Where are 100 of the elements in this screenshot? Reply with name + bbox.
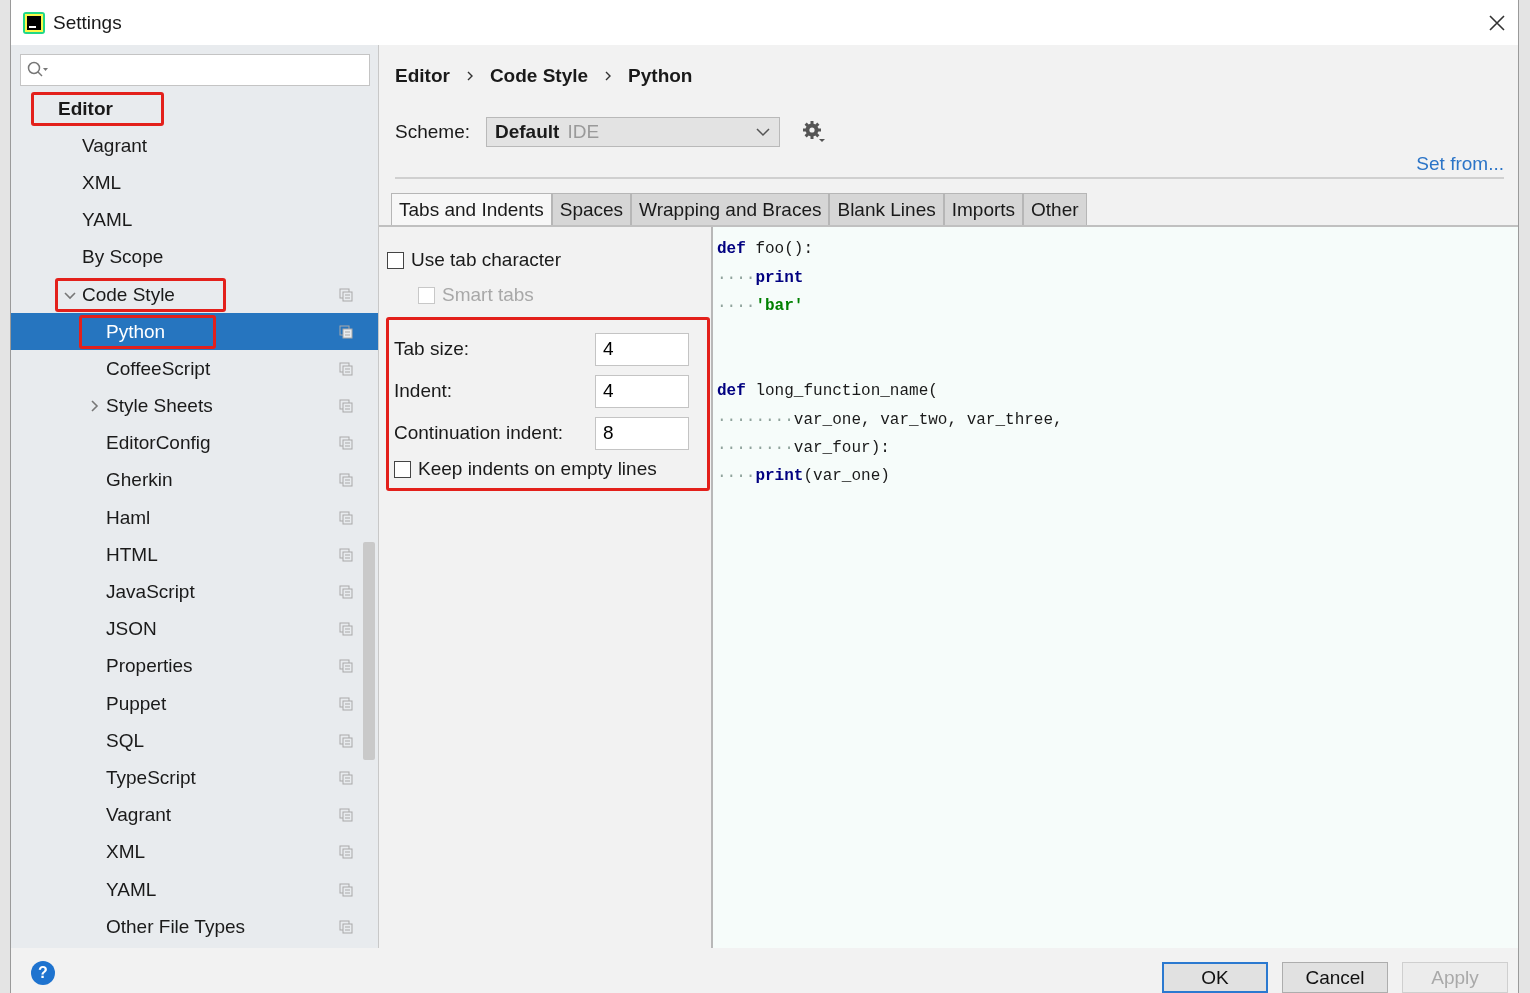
tree-item-label: Style Sheets [106, 395, 213, 418]
field-label: Indent: [394, 380, 454, 402]
tree-row[interactable]: Puppet [11, 685, 378, 723]
tree-item-label: Vagrant [82, 134, 148, 157]
code-token: print [755, 467, 804, 486]
code-token: var_one, var_two, var_three, [793, 410, 1063, 429]
dialog-button[interactable]: Cancel [1282, 962, 1388, 993]
copy-icon [339, 361, 353, 376]
tree-item-label: YAML [106, 878, 157, 901]
tree-row[interactable]: By Scope [11, 238, 378, 276]
checkbox[interactable] [394, 460, 411, 478]
tree-row[interactable]: YAML [11, 870, 378, 909]
close-icon[interactable] [1488, 13, 1506, 32]
copy-icon [339, 436, 353, 451]
copy-icon [339, 770, 353, 785]
copy-icon [339, 399, 353, 414]
copy-icon [339, 324, 353, 339]
scrollbar-thumb[interactable] [363, 542, 375, 760]
copy-icon [339, 919, 353, 934]
code-token: foo(): [754, 240, 814, 259]
tree-item-label: By Scope [82, 246, 164, 269]
tree-row[interactable]: Code Style [11, 275, 378, 314]
chevron-icon [604, 70, 613, 82]
tree-item-label: Gherkin [106, 469, 173, 492]
set-from-link[interactable]: Set from... [1416, 153, 1504, 175]
tree-item-label: Python [106, 320, 166, 343]
field-label: Tab size: [394, 338, 470, 360]
checkbox-label: Use tab character [411, 249, 561, 271]
code-token: (var_one) [803, 467, 890, 486]
whitespace-marker: ···· [717, 296, 756, 315]
checkbox-label: Keep indents on empty lines [418, 458, 657, 480]
tree-row[interactable]: Python [11, 313, 378, 351]
tab[interactable]: Wrapping and Braces [631, 193, 830, 225]
tree-row[interactable]: JavaScript [11, 573, 378, 611]
copy-icon [339, 696, 353, 711]
tab[interactable]: Blank Lines [829, 193, 944, 225]
breadcrumb-item[interactable]: Python [628, 65, 693, 87]
tree-row[interactable]: XML [11, 833, 378, 871]
copy-icon [339, 845, 353, 860]
copy-icon [339, 547, 353, 562]
tree-item-label: JSON [106, 618, 157, 641]
tree-item-label: Code Style [82, 283, 175, 306]
tree-item-label: CoffeeScript [106, 357, 211, 380]
tree-item-label: XML [82, 171, 122, 194]
tree-item-label: Other File Types [106, 915, 246, 938]
caret-icon [755, 127, 771, 137]
tree-row[interactable]: CoffeeScript [11, 350, 378, 388]
number-field[interactable]: 4 [595, 374, 689, 408]
search-icon [27, 61, 49, 79]
tree-row[interactable]: Gherkin [11, 461, 378, 500]
checkbox[interactable] [387, 251, 404, 269]
tree-row[interactable]: Style Sheets [11, 387, 378, 425]
chevron-icon [465, 70, 474, 82]
number-field[interactable]: 8 [595, 416, 689, 450]
tree-item-label: Puppet [106, 692, 167, 715]
scheme-dropdown[interactable]: Default IDE [486, 117, 780, 147]
tree-row[interactable]: SQL [11, 722, 378, 760]
tab[interactable]: Imports [943, 193, 1024, 225]
copy-icon [339, 622, 353, 637]
whitespace-marker: ········ [717, 410, 794, 429]
tab[interactable]: Spaces [551, 193, 632, 225]
tree-row[interactable]: XML [11, 164, 378, 202]
tab[interactable]: Other [1023, 193, 1087, 225]
tree-row[interactable]: TypeScript [11, 759, 378, 797]
tree-item-label: YAML [82, 209, 133, 232]
tree-row[interactable]: EditorConfig [11, 424, 378, 462]
tree-row[interactable]: Properties [11, 647, 378, 685]
copy-icon [339, 510, 353, 525]
tree-row[interactable]: HTML [11, 536, 378, 574]
breadcrumb-item[interactable]: Editor [395, 65, 450, 87]
tab[interactable]: Tabs and Indents [391, 193, 552, 225]
help-button[interactable]: ? [31, 961, 55, 985]
copy-icon [339, 733, 353, 748]
tree-row[interactable]: Vagrant [11, 796, 378, 834]
tree-item-label: JavaScript [106, 581, 195, 604]
tree-row[interactable]: Haml [11, 499, 378, 537]
tree-row[interactable]: YAML [11, 201, 378, 239]
code-token: var_four): [793, 438, 890, 457]
breadcrumb-item[interactable]: Code Style [489, 65, 589, 87]
tree-item-label: Haml [106, 506, 151, 529]
whitespace-marker: ···· [717, 268, 756, 287]
dialog-button[interactable]: OK [1162, 962, 1268, 993]
whitespace-marker: ···· [717, 467, 756, 486]
whitespace-marker: ········ [717, 438, 794, 457]
number-field[interactable]: 4 [595, 332, 689, 366]
tree-row[interactable]: JSON [11, 610, 378, 648]
tree-item-label: Editor [58, 97, 113, 120]
tree-row[interactable]: Editor [11, 90, 378, 128]
tree-row[interactable]: Vagrant [11, 127, 378, 165]
code-token: def [717, 382, 746, 401]
window-title: Settings [53, 11, 122, 34]
search-field[interactable] [20, 54, 370, 86]
gear-icon[interactable] [802, 120, 826, 144]
tree-row[interactable]: Other File Types [11, 908, 378, 946]
copy-icon [339, 659, 353, 674]
tree-item-label: EditorConfig [106, 432, 211, 455]
tree-item-label: SQL [106, 729, 145, 752]
checkbox-label: Smart tabs [442, 284, 534, 306]
scheme-label: Scheme: [395, 121, 470, 143]
tree-item-label: Vagrant [106, 804, 172, 827]
